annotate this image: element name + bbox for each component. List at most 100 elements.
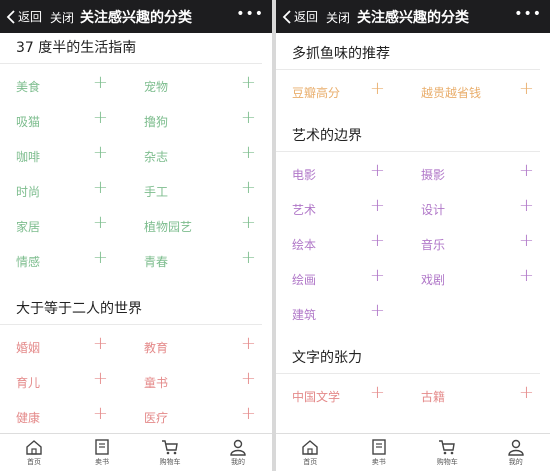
category-item[interactable]: 绘画 + (276, 261, 413, 296)
category-item[interactable]: 音乐 + (413, 226, 550, 261)
more-button[interactable]: ••• (236, 6, 264, 22)
plus-icon[interactable]: + (519, 162, 534, 180)
plus-icon[interactable]: + (519, 80, 534, 98)
plus-icon[interactable]: + (241, 179, 256, 197)
plus-icon[interactable]: + (241, 249, 256, 267)
plus-icon[interactable]: + (370, 267, 385, 285)
plus-icon[interactable]: + (519, 384, 534, 402)
plus-icon[interactable]: + (93, 214, 108, 232)
category-item[interactable]: 艺术 + (276, 191, 413, 226)
tab-cart[interactable]: 购物车 (136, 434, 204, 471)
category-label: 吸猫 (16, 115, 41, 129)
plus-icon[interactable]: + (370, 302, 385, 320)
tab-book[interactable]: 卖书 (68, 434, 136, 471)
category-item[interactable]: 绘本 + (276, 226, 413, 261)
category-section: 37 度半的生活指南 美食 + 宠物 + 吸猫 + 撸狗 + 咖啡 + 杂志 + 时尚 + 手工 + 家居 + 植物园… (0, 33, 272, 278)
category-label: 中国文学 (292, 390, 341, 404)
category-item[interactable]: 婚姻 + (0, 329, 136, 364)
tab-label: 购物车 (159, 458, 181, 466)
plus-icon[interactable]: + (93, 74, 108, 92)
category-label: 植物园艺 (144, 220, 193, 234)
plus-icon[interactable]: + (241, 335, 256, 353)
plus-icon[interactable]: + (370, 162, 385, 180)
category-label: 摄影 (421, 168, 446, 182)
plus-icon[interactable]: + (370, 384, 385, 402)
user-icon (230, 439, 246, 456)
home-icon (26, 440, 42, 455)
tab-label: 首页 (303, 458, 318, 466)
category-item[interactable]: 情感 + (0, 243, 136, 278)
category-item[interactable]: 青春 + (136, 243, 272, 278)
category-item[interactable]: 戏剧 + (413, 261, 550, 296)
section-title: 多抓鱼味的推荐 (276, 39, 540, 70)
nav-bar: 返回 关闭 关注感兴趣的分类 ••• (0, 0, 272, 33)
category-item[interactable]: 手工 + (136, 173, 272, 208)
category-item[interactable]: 建筑 + (276, 296, 413, 331)
plus-icon[interactable]: + (241, 74, 256, 92)
plus-icon[interactable]: + (241, 214, 256, 232)
category-item[interactable]: 宠物 + (136, 68, 272, 103)
plus-icon[interactable]: + (241, 405, 256, 423)
category-item[interactable]: 植物园艺 + (136, 208, 272, 243)
more-button[interactable]: ••• (514, 6, 542, 22)
page-title: 关注感兴趣的分类 (357, 10, 469, 26)
plus-icon[interactable]: + (370, 197, 385, 215)
category-item[interactable]: 家居 + (0, 208, 136, 243)
tab-label: 卖书 (371, 458, 386, 466)
category-item[interactable]: 健康 + (0, 399, 136, 434)
tab-book[interactable]: 卖书 (345, 434, 414, 471)
category-item[interactable]: 童书 + (136, 364, 272, 399)
tab-user[interactable]: 我的 (204, 434, 272, 471)
category-item[interactable]: 豆瓣高分 + (276, 74, 413, 109)
category-item[interactable]: 育儿 + (0, 364, 136, 399)
category-item[interactable]: 摄影 + (413, 156, 550, 191)
plus-icon[interactable]: + (93, 144, 108, 162)
plus-icon[interactable]: + (93, 335, 108, 353)
category-item[interactable]: 时尚 + (0, 173, 136, 208)
category-item[interactable]: 中国文学 + (276, 378, 413, 413)
category-label: 杂志 (144, 150, 169, 164)
category-label: 戏剧 (421, 273, 446, 287)
plus-icon[interactable]: + (370, 232, 385, 250)
tab-home[interactable]: 首页 (0, 434, 68, 471)
plus-icon[interactable]: + (93, 370, 108, 388)
plus-icon[interactable]: + (370, 80, 385, 98)
category-list: 多抓鱼味的推荐 豆瓣高分 + 越贵越省钱 + 艺术的边界 电影 + 摄影 + 艺术 + 设计 + 绘本 + 音乐… (276, 33, 550, 434)
plus-icon[interactable]: + (241, 109, 256, 127)
category-list: 37 度半的生活指南 美食 + 宠物 + 吸猫 + 撸狗 + 咖啡 + 杂志 + 时尚 + 手工 + 家居 + 植物园… (0, 33, 272, 434)
category-item[interactable]: 美食 + (0, 68, 136, 103)
category-label: 撸狗 (144, 115, 169, 129)
phone-panel-left: 返回 关闭 关注感兴趣的分类 ••• 37 度半的生活指南 美食 + 宠物 + 吸猫 + 撸狗… (0, 0, 272, 471)
tab-label: 我的 (231, 458, 245, 466)
tab-cart[interactable]: 购物车 (413, 434, 482, 471)
plus-icon[interactable]: + (519, 232, 534, 250)
plus-icon[interactable]: + (519, 197, 534, 215)
book-icon (95, 439, 109, 455)
plus-icon[interactable]: + (241, 144, 256, 162)
category-item[interactable]: 越贵越省钱 + (413, 74, 550, 109)
category-item[interactable]: 医疗 + (136, 399, 272, 434)
category-item[interactable]: 咖啡 + (0, 138, 136, 173)
category-label: 建筑 (292, 308, 317, 322)
category-item[interactable]: 设计 + (413, 191, 550, 226)
plus-icon[interactable]: + (241, 370, 256, 388)
category-item[interactable]: 杂志 + (136, 138, 272, 173)
category-item[interactable]: 教育 + (136, 329, 272, 364)
plus-icon[interactable]: + (93, 179, 108, 197)
category-item[interactable]: 电影 + (276, 156, 413, 191)
plus-icon[interactable]: + (519, 267, 534, 285)
tab-bar: 首页 卖书 购物车 我的 (0, 433, 272, 471)
category-item[interactable]: 古籍 + (413, 378, 550, 413)
tab-label: 卖书 (95, 458, 109, 466)
category-label: 育儿 (16, 376, 41, 390)
book-icon (372, 439, 386, 455)
tab-home[interactable]: 首页 (276, 434, 345, 471)
plus-icon[interactable]: + (93, 109, 108, 127)
category-label: 手工 (144, 185, 169, 199)
category-item[interactable]: 吸猫 + (0, 103, 136, 138)
tab-user[interactable]: 我的 (482, 434, 550, 471)
category-label: 医疗 (144, 411, 169, 425)
category-item[interactable]: 撸狗 + (136, 103, 272, 138)
plus-icon[interactable]: + (93, 405, 108, 423)
plus-icon[interactable]: + (93, 249, 108, 267)
